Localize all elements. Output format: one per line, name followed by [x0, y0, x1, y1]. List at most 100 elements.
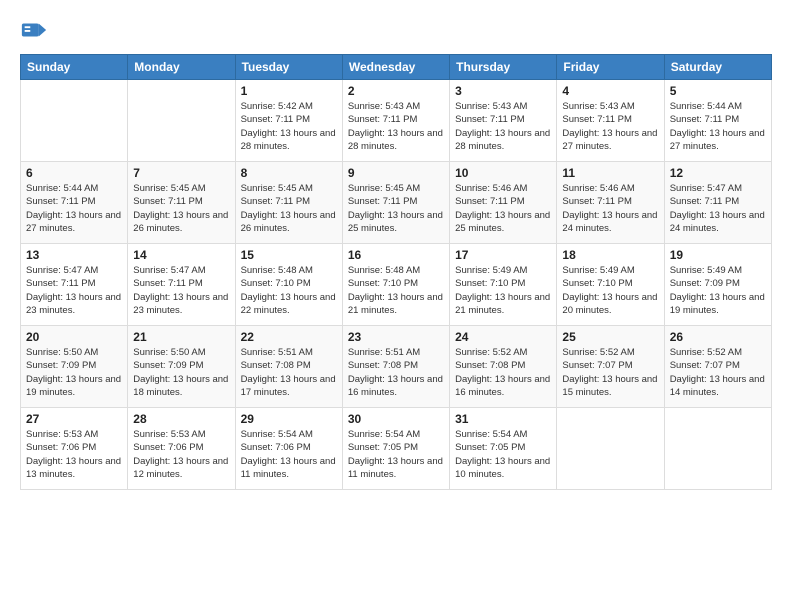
day-info: Sunrise: 5:52 AM Sunset: 7:07 PM Dayligh… [562, 346, 658, 399]
calendar-cell: 13 Sunrise: 5:47 AM Sunset: 7:11 PM Dayli… [21, 244, 128, 326]
day-number: 29 [241, 412, 337, 426]
calendar-cell: 11Sunrise: 5:46 AM Sunset: 7:11 PM Dayli… [557, 162, 664, 244]
day-number: 7 [133, 166, 229, 180]
day-info: Sunrise: 5:45 AM Sunset: 7:11 PM Dayligh… [133, 182, 229, 235]
calendar-cell: 26 Sunrise: 5:52 AM Sunset: 7:07 PM Dayli… [664, 326, 771, 408]
logo [20, 16, 50, 44]
day-number: 26 [670, 330, 766, 344]
day-number: 9 [348, 166, 444, 180]
day-info: Sunrise: 5:42 AM Sunset: 7:11 PM Dayligh… [241, 100, 337, 153]
day-info: Sunrise: 5:48 AM Sunset: 7:10 PM Dayligh… [241, 264, 337, 317]
calendar-week-row: 20 Sunrise: 5:50 AM Sunset: 7:09 PM Dayli… [21, 326, 772, 408]
day-number: 4 [562, 84, 658, 98]
day-info: Sunrise: 5:46 AM Sunset: 7:11 PM Dayligh… [455, 182, 551, 235]
calendar-cell: 29 Sunrise: 5:54 AM Sunset: 7:06 PM Dayli… [235, 408, 342, 490]
calendar-week-row: 27Sunrise: 5:53 AM Sunset: 7:06 PM Dayli… [21, 408, 772, 490]
calendar-cell: 15 Sunrise: 5:48 AM Sunset: 7:10 PM Dayli… [235, 244, 342, 326]
weekday-header-wednesday: Wednesday [342, 55, 449, 80]
logo-icon [20, 16, 48, 44]
calendar-cell: 12 Sunrise: 5:47 AM Sunset: 7:11 PM Dayli… [664, 162, 771, 244]
calendar-week-row: 13 Sunrise: 5:47 AM Sunset: 7:11 PM Dayli… [21, 244, 772, 326]
calendar-cell: 16 Sunrise: 5:48 AM Sunset: 7:10 PM Dayli… [342, 244, 449, 326]
day-info: Sunrise: 5:44 AM Sunset: 7:11 PM Dayligh… [670, 100, 766, 153]
day-info: Sunrise: 5:50 AM Sunset: 7:09 PM Dayligh… [133, 346, 229, 399]
calendar-week-row: 6Sunrise: 5:44 AM Sunset: 7:11 PM Daylig… [21, 162, 772, 244]
page: SundayMondayTuesdayWednesdayThursdayFrid… [0, 0, 792, 612]
day-info: Sunrise: 5:43 AM Sunset: 7:11 PM Dayligh… [455, 100, 551, 153]
day-number: 10 [455, 166, 551, 180]
day-info: Sunrise: 5:51 AM Sunset: 7:08 PM Dayligh… [348, 346, 444, 399]
day-info: Sunrise: 5:47 AM Sunset: 7:11 PM Dayligh… [26, 264, 122, 317]
day-number: 1 [241, 84, 337, 98]
day-info: Sunrise: 5:52 AM Sunset: 7:08 PM Dayligh… [455, 346, 551, 399]
weekday-header-sunday: Sunday [21, 55, 128, 80]
calendar-table: SundayMondayTuesdayWednesdayThursdayFrid… [20, 54, 772, 490]
day-number: 17 [455, 248, 551, 262]
day-number: 23 [348, 330, 444, 344]
calendar-cell: 4 Sunrise: 5:43 AM Sunset: 7:11 PM Daylig… [557, 80, 664, 162]
day-number: 8 [241, 166, 337, 180]
day-info: Sunrise: 5:43 AM Sunset: 7:11 PM Dayligh… [562, 100, 658, 153]
day-number: 27 [26, 412, 122, 426]
calendar-cell: 25 Sunrise: 5:52 AM Sunset: 7:07 PM Dayli… [557, 326, 664, 408]
day-info: Sunrise: 5:43 AM Sunset: 7:11 PM Dayligh… [348, 100, 444, 153]
calendar-cell: 5 Sunrise: 5:44 AM Sunset: 7:11 PM Daylig… [664, 80, 771, 162]
day-number: 21 [133, 330, 229, 344]
day-number: 13 [26, 248, 122, 262]
day-info: Sunrise: 5:45 AM Sunset: 7:11 PM Dayligh… [348, 182, 444, 235]
day-info: Sunrise: 5:52 AM Sunset: 7:07 PM Dayligh… [670, 346, 766, 399]
weekday-header-tuesday: Tuesday [235, 55, 342, 80]
calendar-cell: 30 Sunrise: 5:54 AM Sunset: 7:05 PM Dayli… [342, 408, 449, 490]
calendar-cell [664, 408, 771, 490]
day-number: 20 [26, 330, 122, 344]
calendar-cell: 7 Sunrise: 5:45 AM Sunset: 7:11 PM Daylig… [128, 162, 235, 244]
calendar-cell: 31 Sunrise: 5:54 AM Sunset: 7:05 PM Dayli… [450, 408, 557, 490]
calendar-week-row: 1 Sunrise: 5:42 AM Sunset: 7:11 PM Daylig… [21, 80, 772, 162]
calendar-cell: 9 Sunrise: 5:45 AM Sunset: 7:11 PM Daylig… [342, 162, 449, 244]
weekday-header-row: SundayMondayTuesdayWednesdayThursdayFrid… [21, 55, 772, 80]
day-number: 3 [455, 84, 551, 98]
day-number: 11 [562, 166, 658, 180]
weekday-header-monday: Monday [128, 55, 235, 80]
calendar-cell: 18 Sunrise: 5:49 AM Sunset: 7:10 PM Dayli… [557, 244, 664, 326]
day-number: 31 [455, 412, 551, 426]
day-info: Sunrise: 5:49 AM Sunset: 7:10 PM Dayligh… [562, 264, 658, 317]
calendar-cell [21, 80, 128, 162]
day-number: 12 [670, 166, 766, 180]
calendar-cell: 19Sunrise: 5:49 AM Sunset: 7:09 PM Dayli… [664, 244, 771, 326]
day-info: Sunrise: 5:54 AM Sunset: 7:05 PM Dayligh… [348, 428, 444, 481]
header [20, 16, 772, 44]
day-number: 18 [562, 248, 658, 262]
weekday-header-thursday: Thursday [450, 55, 557, 80]
calendar-cell: 6Sunrise: 5:44 AM Sunset: 7:11 PM Daylig… [21, 162, 128, 244]
day-info: Sunrise: 5:54 AM Sunset: 7:06 PM Dayligh… [241, 428, 337, 481]
calendar-cell [557, 408, 664, 490]
day-number: 24 [455, 330, 551, 344]
day-info: Sunrise: 5:48 AM Sunset: 7:10 PM Dayligh… [348, 264, 444, 317]
calendar-cell: 3 Sunrise: 5:43 AM Sunset: 7:11 PM Daylig… [450, 80, 557, 162]
weekday-header-saturday: Saturday [664, 55, 771, 80]
day-number: 25 [562, 330, 658, 344]
day-number: 6 [26, 166, 122, 180]
day-number: 16 [348, 248, 444, 262]
calendar-cell: 28Sunrise: 5:53 AM Sunset: 7:06 PM Dayli… [128, 408, 235, 490]
day-number: 15 [241, 248, 337, 262]
calendar-cell [128, 80, 235, 162]
day-number: 28 [133, 412, 229, 426]
calendar-cell: 24 Sunrise: 5:52 AM Sunset: 7:08 PM Dayli… [450, 326, 557, 408]
day-number: 5 [670, 84, 766, 98]
calendar-cell: 1 Sunrise: 5:42 AM Sunset: 7:11 PM Daylig… [235, 80, 342, 162]
calendar-cell: 8 Sunrise: 5:45 AM Sunset: 7:11 PM Daylig… [235, 162, 342, 244]
calendar-cell: 23 Sunrise: 5:51 AM Sunset: 7:08 PM Dayli… [342, 326, 449, 408]
day-number: 2 [348, 84, 444, 98]
day-info: Sunrise: 5:47 AM Sunset: 7:11 PM Dayligh… [670, 182, 766, 235]
calendar-cell: 2 Sunrise: 5:43 AM Sunset: 7:11 PM Daylig… [342, 80, 449, 162]
calendar-cell: 10 Sunrise: 5:46 AM Sunset: 7:11 PM Dayli… [450, 162, 557, 244]
calendar-cell: 20Sunrise: 5:50 AM Sunset: 7:09 PM Dayli… [21, 326, 128, 408]
day-info: Sunrise: 5:49 AM Sunset: 7:10 PM Dayligh… [455, 264, 551, 317]
day-info: Sunrise: 5:51 AM Sunset: 7:08 PM Dayligh… [241, 346, 337, 399]
calendar-cell: 17 Sunrise: 5:49 AM Sunset: 7:10 PM Dayli… [450, 244, 557, 326]
day-info: Sunrise: 5:54 AM Sunset: 7:05 PM Dayligh… [455, 428, 551, 481]
day-number: 30 [348, 412, 444, 426]
day-info: Sunrise: 5:45 AM Sunset: 7:11 PM Dayligh… [241, 182, 337, 235]
